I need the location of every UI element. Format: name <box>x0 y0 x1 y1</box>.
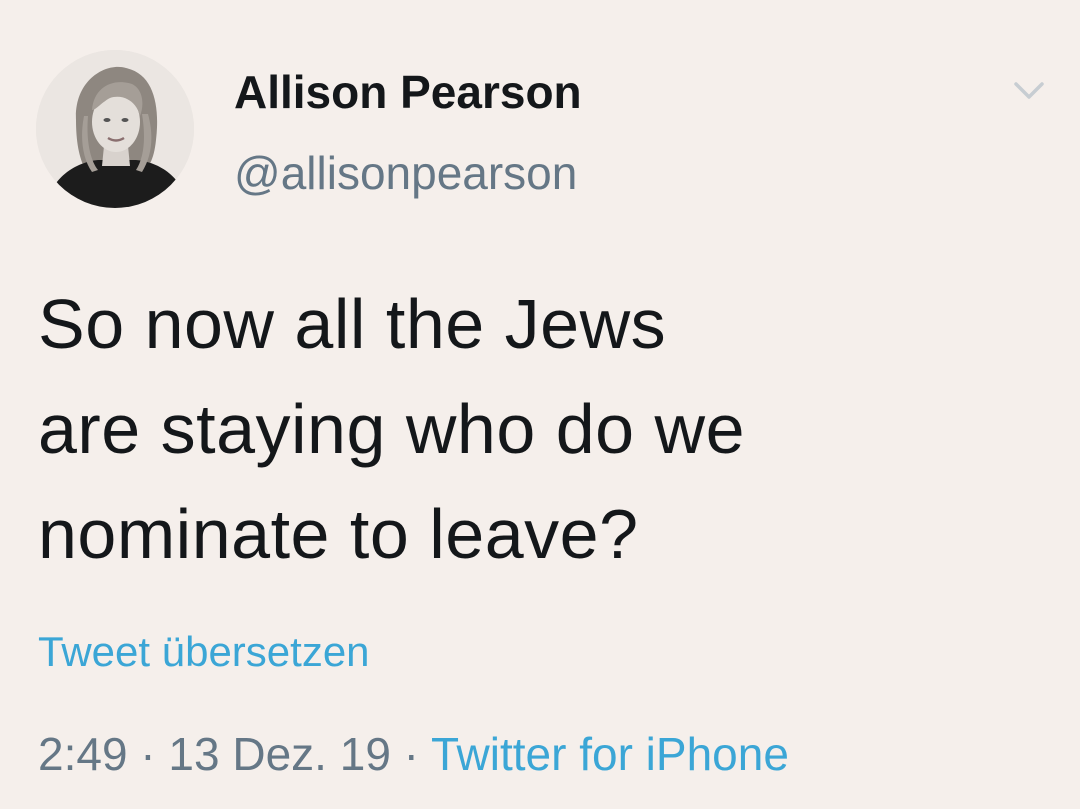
meta-separator: · <box>390 728 431 780</box>
tweet-time[interactable]: 2:49 <box>38 728 128 780</box>
tweet-text-line: So now all the Jews <box>38 285 667 363</box>
tweet-text-line: are staying who do we <box>38 390 746 468</box>
tweet-date[interactable]: 13 Dez. 19 <box>168 728 390 780</box>
translate-tweet-link[interactable]: Tweet übersetzen <box>38 626 370 678</box>
tweet-source-link[interactable]: Twitter for iPhone <box>431 728 789 780</box>
meta-separator: · <box>127 728 169 780</box>
tweet-text: So now all the Jews are staying who do w… <box>38 272 1038 587</box>
author-handle[interactable]: @allisonpearson <box>234 143 577 203</box>
author-display-name[interactable]: Allison Pearson <box>234 62 582 122</box>
tweet-menu-button[interactable] <box>1008 76 1050 106</box>
chevron-down-icon <box>1014 82 1044 99</box>
tweet-meta: 2:49 · 13 Dez. 19 · Twitter for iPhone <box>38 724 789 784</box>
avatar[interactable] <box>36 50 194 208</box>
profile-photo <box>36 50 194 208</box>
tweet-text-line: nominate to leave? <box>38 495 639 573</box>
tweet-card: Allison Pearson @allisonpearson So now a… <box>0 0 1080 809</box>
